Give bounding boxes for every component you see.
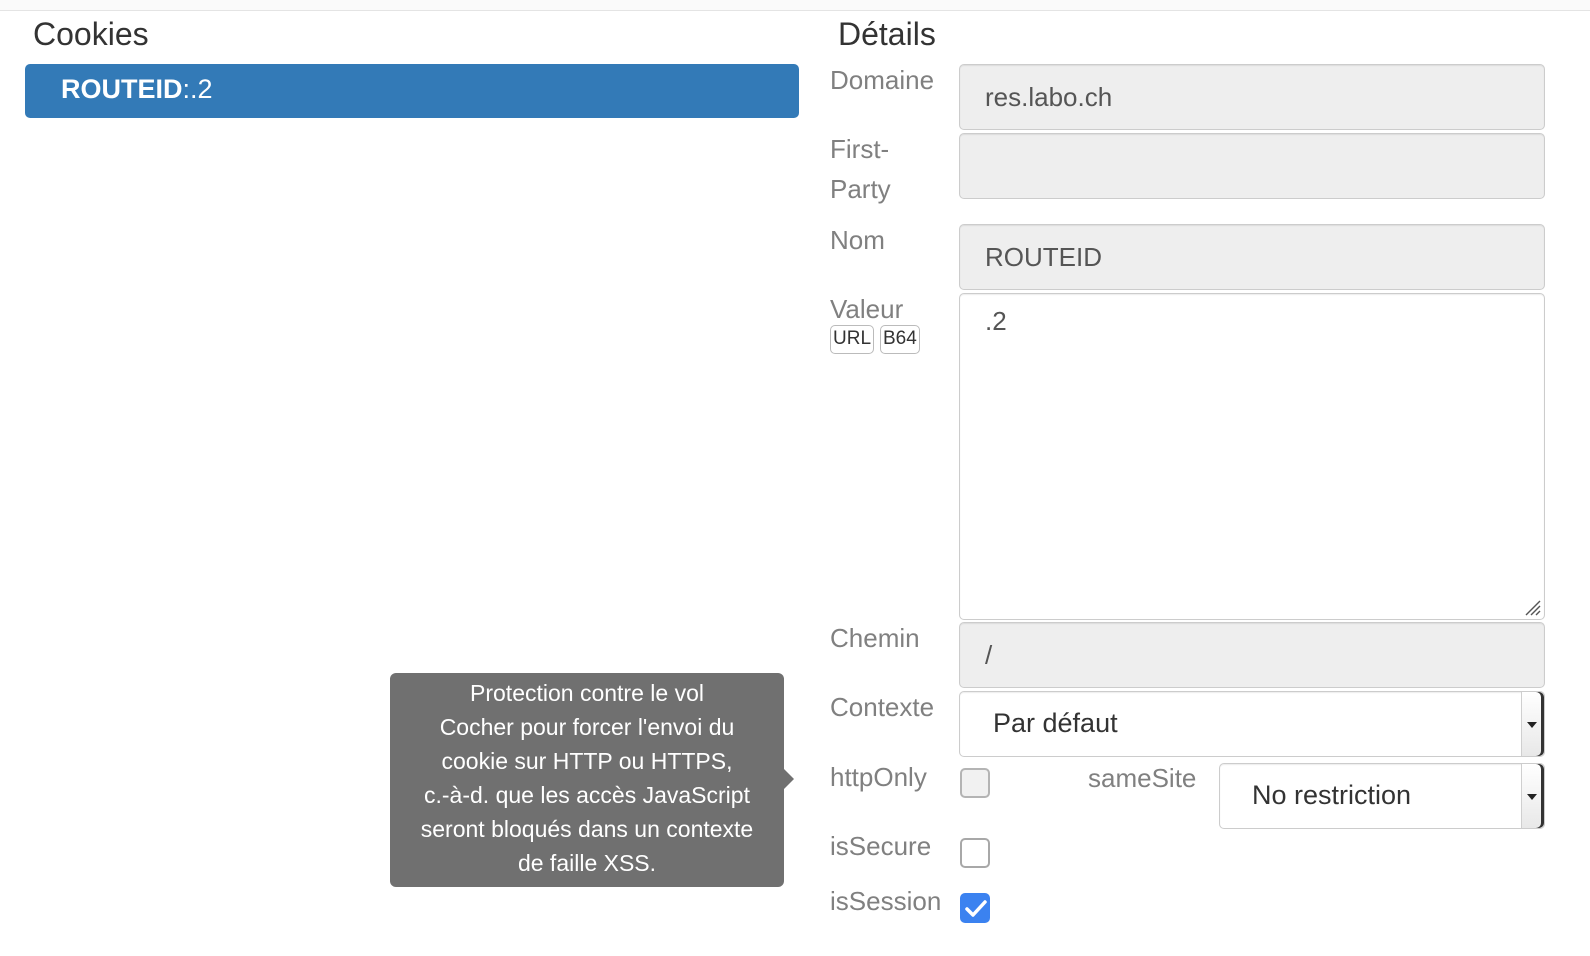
http-only-checkbox[interactable]: [960, 768, 990, 798]
context-selected-value: Par défaut: [993, 708, 1118, 738]
first-party-label-line2: Party: [830, 174, 891, 204]
b64-decode-button[interactable]: B64: [880, 325, 920, 354]
path-label: Chemin: [830, 623, 920, 653]
first-party-label-line1: First-: [830, 134, 890, 164]
domain-field[interactable]: [959, 64, 1545, 130]
is-session-label: isSession: [830, 886, 942, 916]
name-label: Nom: [830, 225, 885, 255]
cookie-list-item[interactable]: ROUTEID:.2: [25, 64, 799, 118]
http-only-label: httpOnly: [830, 762, 927, 792]
context-label: Contexte: [830, 692, 935, 722]
cookies-panel-title: Cookies: [33, 16, 149, 52]
tooltip-line: c.-à-d. que les accès JavaScript: [424, 782, 750, 808]
path-field[interactable]: [959, 622, 1545, 688]
url-decode-button[interactable]: URL: [830, 325, 875, 354]
tooltip-line: de faille XSS.: [517, 850, 657, 876]
same-site-select[interactable]: No restriction: [1219, 763, 1545, 829]
value-textarea[interactable]: [959, 293, 1545, 620]
chevron-down-icon: [1521, 764, 1544, 828]
cookie-item-value: .2: [190, 74, 213, 104]
is-session-checkbox[interactable]: [960, 893, 990, 923]
tooltip-line: Cocher pour forcer l'envoi du: [439, 714, 735, 740]
checkmark-icon: [965, 900, 987, 917]
is-secure-checkbox[interactable]: [960, 838, 990, 868]
top-border: [0, 0, 1590, 11]
chevron-down-icon: [1521, 692, 1544, 756]
is-secure-label: isSecure: [830, 831, 932, 861]
cookie-item-separator: :: [182, 74, 191, 104]
xss-protection-tooltip: Protection contre le vol Cocher pour for…: [390, 673, 794, 887]
same-site-label: sameSite: [1088, 763, 1197, 793]
tooltip-line: seront bloqués dans un contexte: [420, 816, 754, 842]
value-label: Valeur: [830, 294, 904, 324]
resize-grip-icon[interactable]: [1523, 598, 1541, 616]
context-select[interactable]: Par défaut: [959, 691, 1545, 757]
tooltip-line: cookie sur HTTP ou HTTPS,: [441, 748, 733, 774]
tooltip-arrow: [784, 769, 794, 789]
tooltip-line: Protection contre le vol: [470, 680, 704, 706]
domain-label: Domaine: [830, 65, 935, 95]
name-field[interactable]: [959, 224, 1545, 290]
details-panel-title: Détails: [838, 16, 936, 52]
first-party-field[interactable]: [959, 133, 1545, 199]
cookie-item-name: ROUTEID: [61, 74, 183, 104]
same-site-selected-value: No restriction: [1252, 780, 1412, 810]
